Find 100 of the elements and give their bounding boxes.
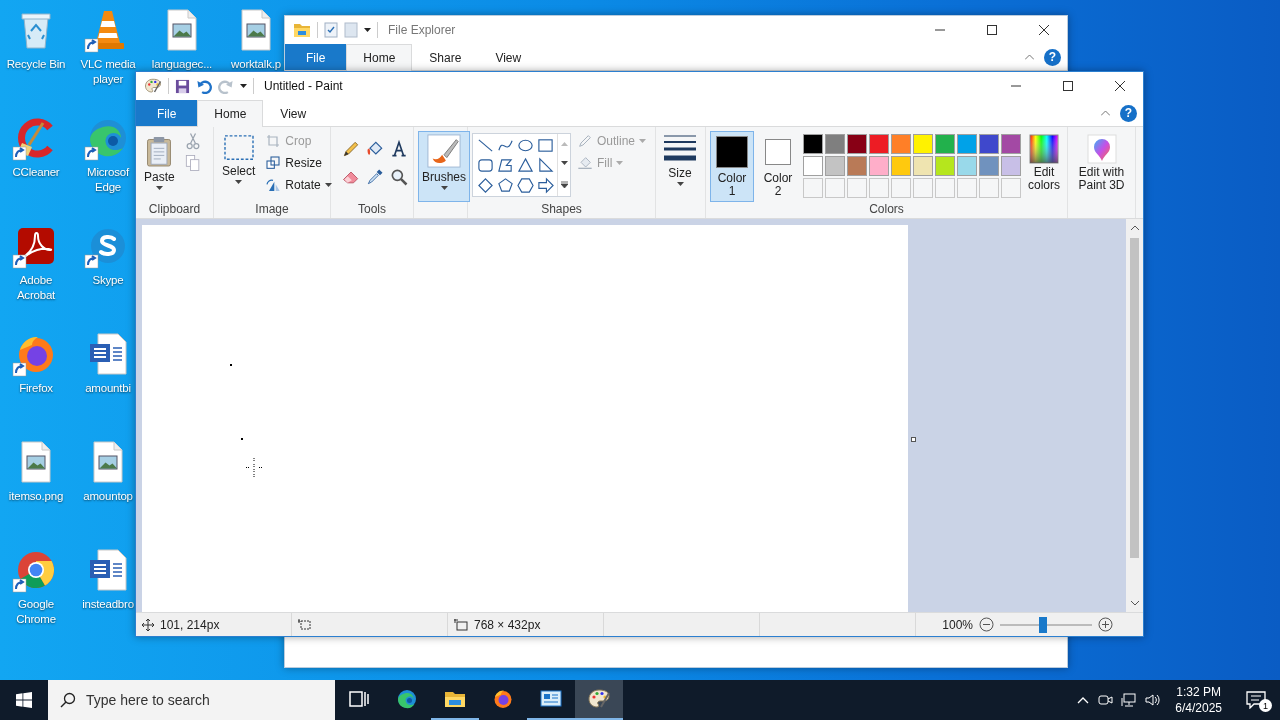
color-swatch[interactable]: [913, 156, 933, 176]
polygon-shape-icon[interactable]: [496, 156, 514, 174]
button-label: Edit colors: [1028, 166, 1060, 192]
empty-color-slot[interactable]: [913, 178, 933, 198]
empty-color-slot[interactable]: [825, 178, 845, 198]
maximize-icon[interactable]: [987, 25, 997, 35]
help-button[interactable]: ?: [1120, 104, 1137, 122]
ribbon-tab[interactable]: File: [285, 44, 347, 70]
fill-bucket-icon: [577, 155, 593, 171]
scroll-down-icon[interactable]: [560, 161, 568, 166]
clock[interactable]: 1:32 PM 6/4/2025: [1169, 684, 1228, 716]
color-swatch[interactable]: [869, 134, 889, 154]
paste-button[interactable]: Paste: [140, 131, 179, 202]
properties-icon[interactable]: [324, 22, 338, 38]
zoom-in-icon[interactable]: [1098, 617, 1113, 632]
crosshair-cursor-icon: [244, 458, 264, 478]
ribbon-tab[interactable]: View: [263, 100, 324, 126]
zoom-out-icon[interactable]: [979, 617, 994, 632]
empty-color-slot[interactable]: [979, 178, 999, 198]
close-icon[interactable]: [1039, 25, 1049, 35]
network-icon[interactable]: [1121, 692, 1138, 708]
empty-color-slot[interactable]: [957, 178, 977, 198]
ribbon-tab[interactable]: View: [478, 44, 539, 70]
undo-icon[interactable]: [196, 78, 212, 94]
meeting-icon[interactable]: [1097, 692, 1114, 708]
save-icon[interactable]: [175, 78, 190, 94]
color-swatch[interactable]: [825, 156, 845, 176]
chevron-up-icon[interactable]: [1077, 696, 1090, 704]
color-swatch[interactable]: [891, 156, 911, 176]
arrow-shape-icon[interactable]: [536, 176, 554, 194]
color-swatch[interactable]: [935, 156, 955, 176]
icon-label: insteadbro: [82, 597, 134, 612]
scroll-up-icon[interactable]: [1130, 225, 1139, 230]
color-swatch[interactable]: [979, 156, 999, 176]
scroll-down-icon[interactable]: [1130, 601, 1139, 606]
color-button[interactable]: Color 1: [710, 131, 754, 202]
paint-3d-button[interactable]: Edit with Paint 3D: [1072, 131, 1131, 202]
color-swatch[interactable]: [825, 134, 845, 154]
hexagon-shape-icon[interactable]: [516, 176, 534, 194]
color-swatch[interactable]: [979, 134, 999, 154]
icon-label: worktalk.p: [231, 57, 281, 72]
icon-label: VLC media player: [79, 57, 137, 87]
browser-icon: [395, 687, 419, 711]
empty-color-slot[interactable]: [869, 178, 889, 198]
pentagon-shape-icon[interactable]: [496, 176, 514, 194]
color-swatch[interactable]: [847, 156, 867, 176]
scrollbar[interactable]: [1126, 219, 1143, 612]
folder-icon[interactable]: [293, 22, 311, 38]
color-swatch[interactable]: [913, 134, 933, 154]
taskbar-button[interactable]: [575, 680, 623, 720]
magnifier-icon[interactable]: [389, 167, 409, 187]
close-icon[interactable]: [1115, 81, 1125, 91]
ribbon-tab[interactable]: Home: [197, 100, 264, 127]
paint-palette-icon[interactable]: [144, 77, 162, 95]
color-swatch[interactable]: [1001, 134, 1021, 154]
expand-gallery-icon[interactable]: [560, 181, 568, 189]
text-tool-icon[interactable]: [389, 139, 409, 159]
pencil-icon[interactable]: [341, 139, 361, 159]
ribbon-button[interactable]: Rotate: [263, 175, 334, 195]
resize-handle[interactable]: [911, 437, 916, 442]
empty-color-slot[interactable]: [1001, 178, 1021, 198]
color-swatch[interactable]: [957, 156, 977, 176]
crop-icon: [265, 133, 282, 149]
ribbon-tab[interactable]: File: [136, 100, 198, 126]
color-swatch[interactable]: [869, 156, 889, 176]
dashed-selection-icon: [222, 134, 255, 162]
color-picker-icon[interactable]: [365, 167, 385, 187]
color-swatch[interactable]: [847, 134, 867, 154]
triangle-shape-icon[interactable]: [516, 156, 534, 174]
zoom-slider-thumb[interactable]: [1039, 616, 1048, 633]
notification-icon[interactable]: [1246, 691, 1266, 709]
speaker-icon[interactable]: [1145, 692, 1162, 708]
empty-color-slot[interactable]: [803, 178, 823, 198]
windows-start-icon[interactable]: [16, 692, 32, 708]
brushes-button[interactable]: Brushes: [418, 131, 471, 202]
scrollbar-thumb[interactable]: [1130, 238, 1139, 558]
right-triangle-shape-icon[interactable]: [536, 156, 554, 174]
size-button[interactable]: Size: [660, 131, 700, 202]
help-button[interactable]: ?: [1044, 48, 1061, 66]
notification-badge: 1: [1259, 699, 1272, 712]
rectangle-shape-icon[interactable]: [536, 136, 554, 154]
caret-icon: [235, 180, 243, 184]
empty-color-slot[interactable]: [847, 178, 867, 198]
color-swatch[interactable]: [891, 134, 911, 154]
color-button[interactable]: Color 2: [756, 131, 800, 202]
color-swatch[interactable]: [935, 134, 955, 154]
select-button[interactable]: Select: [218, 131, 260, 202]
edit-colors-button[interactable]: Edit colors: [1024, 131, 1064, 202]
color-swatch[interactable]: [803, 134, 823, 154]
ribbon-button[interactable]: Resize: [263, 153, 334, 173]
color-swatch[interactable]: [803, 156, 823, 176]
empty-color-slot[interactable]: [935, 178, 955, 198]
empty-color-slot[interactable]: [891, 178, 911, 198]
diamond-shape-icon[interactable]: [476, 176, 494, 194]
color-swatch[interactable]: [957, 134, 977, 154]
maximize-icon[interactable]: [1063, 81, 1073, 91]
ribbon-tab[interactable]: Home: [346, 44, 413, 71]
ribbon-tab[interactable]: Share: [412, 44, 479, 70]
rounded-rectangle-shape-icon[interactable]: [476, 156, 494, 174]
color-swatch[interactable]: [1001, 156, 1021, 176]
